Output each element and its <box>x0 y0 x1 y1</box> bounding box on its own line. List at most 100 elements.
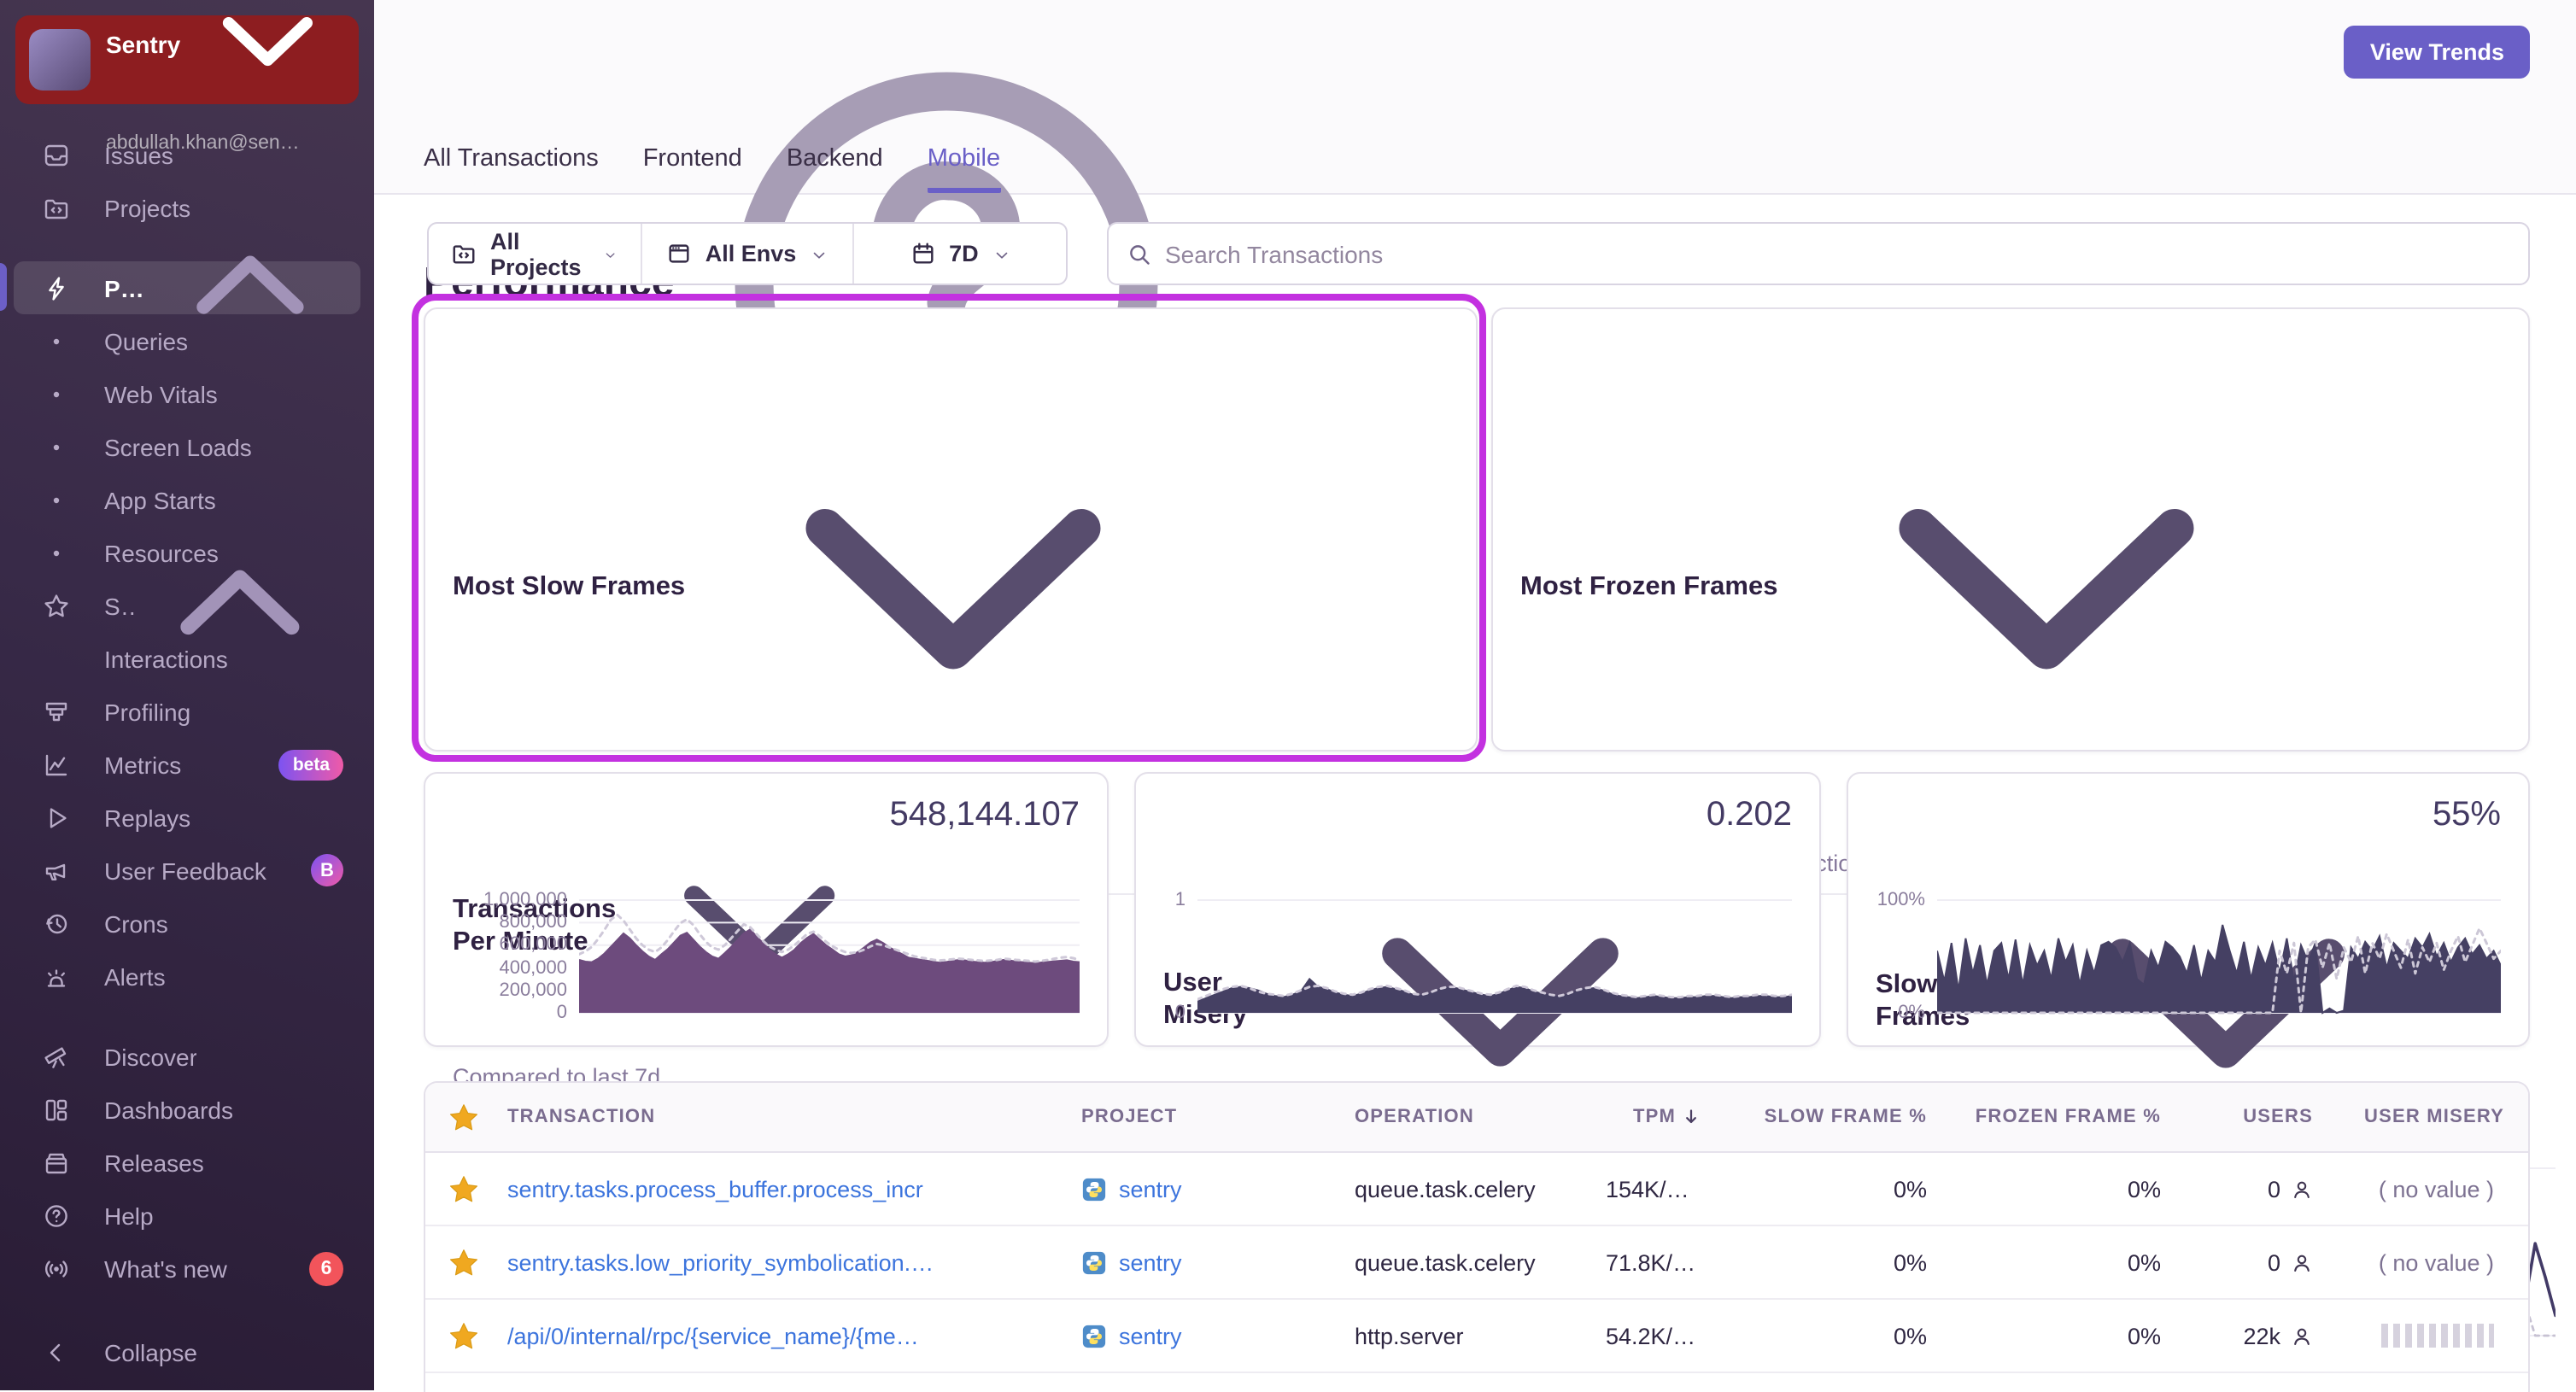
user-icon <box>2294 1254 2310 1271</box>
search-icon <box>1130 244 1150 264</box>
sidebar-item-issues[interactable]: Issues <box>14 128 360 181</box>
sidebar-item-user-feedback[interactable]: User Feedback B <box>14 844 360 897</box>
performance-icon <box>43 274 70 301</box>
project-link[interactable]: sentry <box>1081 1176 1327 1202</box>
user-misery-cell: ( no value ) <box>2378 1249 2494 1275</box>
date-range-filter[interactable]: 7D <box>855 224 1066 284</box>
broadcast-icon <box>43 1255 70 1282</box>
table-row[interactable]: sentry.tasks.process_buffer.process_incr… <box>425 1153 2528 1226</box>
star-icon[interactable] <box>425 1246 494 1278</box>
sidebar-item-what-s-new[interactable]: What's new 6 <box>14 1242 360 1295</box>
table-header: TRANSACTION PROJECT OPERATION TPM SLOW F… <box>425 1083 2528 1153</box>
user-feedback-badge: B <box>311 854 343 886</box>
page-header: Performance View Trends All Transactions… <box>374 0 2576 495</box>
sidebar-item-dashboards[interactable]: Dashboards <box>14 1083 360 1136</box>
collapse-icon <box>43 1338 70 1366</box>
transaction-link[interactable]: sentry.tasks.process_buffer.process_incr <box>494 1176 1068 1202</box>
star-icon[interactable] <box>425 1319 494 1352</box>
filter-bar: All Projects All Envs 7D Search Transact… <box>427 222 2530 285</box>
sidebar-item-releases[interactable]: Releases <box>14 1136 360 1189</box>
window-icon <box>669 244 689 263</box>
col-users[interactable]: USERS <box>2185 1107 2337 1127</box>
user-misery-card: User Misery Compared to last 7d 0.202 10 <box>1134 772 1821 1239</box>
tpm-cell: 154K/min <box>1606 1176 1704 1202</box>
col-operation[interactable]: OPERATION <box>1341 1107 1592 1127</box>
operation-cell: queue.task.celery <box>1355 1176 1536 1202</box>
transaction-link[interactable]: sentry.tasks.low_priority_symbolication.… <box>494 1249 1068 1275</box>
sidebar-item-starfish[interactable]: Starfish <box>14 569 360 635</box>
tpm-cell: 71.8K/min <box>1606 1249 1710 1275</box>
operation-cell: queue.task.celery <box>1355 1249 1536 1275</box>
col-frozen-frame[interactable]: FROZEN FRAME % <box>1951 1107 2185 1127</box>
crons-icon <box>43 909 70 937</box>
slow-frames-card: Slow Frames Compared to last 7d 55% 100%… <box>1847 772 2530 1242</box>
sidebar-item-profiling[interactable]: Profiling <box>14 685 360 738</box>
slow-frame-cell: 0% <box>1893 1176 1927 1202</box>
table-row[interactable]: /api/0/internal/rpc/{service_name}/{me… … <box>425 1300 2528 1373</box>
transaction-link[interactable]: /api/0/internal/rpc/{service_name}/{me… <box>494 1323 1068 1348</box>
user-misery-cell: ( no value ) <box>2378 1176 2494 1202</box>
col-project[interactable]: PROJECT <box>1068 1107 1341 1127</box>
view-trends-button[interactable]: View Trends <box>2344 26 2530 79</box>
tab-frontend[interactable]: Frontend <box>643 145 742 193</box>
sidebar-item-screen-loads[interactable]: Screen Loads <box>14 420 360 473</box>
search-input[interactable]: Search Transactions <box>1107 222 2530 285</box>
most-slow-frames-title[interactable]: Most Slow Frames <box>453 330 1449 842</box>
y-axis-label: 1,000,000 <box>483 890 567 910</box>
org-name: Sentry <box>106 30 181 57</box>
sidebar-item-crons[interactable]: Crons <box>14 897 360 950</box>
project-link[interactable]: sentry <box>1081 1323 1327 1348</box>
sidebar-item-discover[interactable]: Discover <box>14 1030 360 1083</box>
bullet-icon <box>43 486 70 513</box>
environment-filter[interactable]: All Envs <box>641 224 852 284</box>
col-transaction[interactable]: TRANSACTION <box>494 1107 1068 1127</box>
star-icon[interactable] <box>425 1173 494 1205</box>
chevron-down-icon <box>697 330 1209 842</box>
org-switcher[interactable]: Sentry abdullah.khan@sen… <box>15 15 359 153</box>
most-frozen-frames-title[interactable]: Most Frozen Frames <box>1520 330 2501 842</box>
chevron-down-icon <box>1789 330 2302 842</box>
tab-mobile[interactable]: Mobile <box>927 145 1001 193</box>
tab-backend[interactable]: Backend <box>787 145 883 193</box>
frozen-frame-cell: 0% <box>2127 1323 2161 1348</box>
app-window: Sentry abdullah.khan@sen… Issues Project… <box>0 0 2576 1392</box>
user-icon <box>2294 1180 2310 1197</box>
sidebar-item-performance[interactable]: Performance <box>14 254 360 314</box>
users-cell: 0 <box>2185 1249 2337 1275</box>
bullet-icon <box>43 380 70 407</box>
table-row[interactable]: sentry.tasks.low_priority_symbolication.… <box>425 1226 2528 1300</box>
col-tpm[interactable]: TPM <box>1592 1107 1725 1127</box>
star-icon <box>43 592 70 619</box>
python-platform-icon <box>1082 1250 1106 1274</box>
sidebar-item-replays[interactable]: Replays <box>14 791 360 844</box>
dashboards-icon <box>43 1096 70 1123</box>
megaphone-icon <box>43 857 70 884</box>
star-icon[interactable] <box>425 1101 494 1133</box>
most-slow-frames-card: Most Slow Frames Found in the following … <box>424 307 1503 1346</box>
col-user-misery[interactable]: USER MISERY <box>2337 1107 2528 1127</box>
y-axis-label: 0 <box>556 1003 567 1023</box>
active-nav-indicator <box>0 263 7 311</box>
sidebar-item-queries[interactable]: Queries <box>14 314 360 367</box>
metrics-icon <box>43 751 70 778</box>
sidebar-item-help[interactable]: Help <box>14 1189 360 1242</box>
table-row[interactable]: sentry.tasks.… sentry queue.task.celery … <box>425 1373 2528 1392</box>
help-icon <box>43 1202 70 1229</box>
project-filter[interactable]: All Projects <box>429 224 640 284</box>
tpm-chart: 1,000,000 800,000 600,000 400,000 200,000 0 <box>453 890 1080 1023</box>
sidebar-item-metrics[interactable]: Metrics beta <box>14 738 360 791</box>
slow-frames-value: 55% <box>2432 796 2501 833</box>
sidebar-item-web-vitals[interactable]: Web Vitals <box>14 367 360 420</box>
col-slow-frame[interactable]: SLOW FRAME % <box>1725 1107 1951 1127</box>
bullet-icon <box>43 539 70 566</box>
python-platform-icon <box>1082 1177 1106 1201</box>
sidebar-item-interactions[interactable]: Interactions <box>14 632 360 685</box>
chevron-down-icon <box>992 244 1011 263</box>
sidebar-collapse: Collapse <box>0 1325 374 1378</box>
project-link[interactable]: sentry <box>1081 1249 1327 1275</box>
frozen-frame-cell: 0% <box>2127 1249 2161 1275</box>
sidebar-item-collapse[interactable]: Collapse <box>14 1325 360 1378</box>
sidebar-item-alerts[interactable]: Alerts <box>14 950 360 1003</box>
tab-all-transactions[interactable]: All Transactions <box>424 145 599 193</box>
bullet-icon <box>43 327 70 354</box>
